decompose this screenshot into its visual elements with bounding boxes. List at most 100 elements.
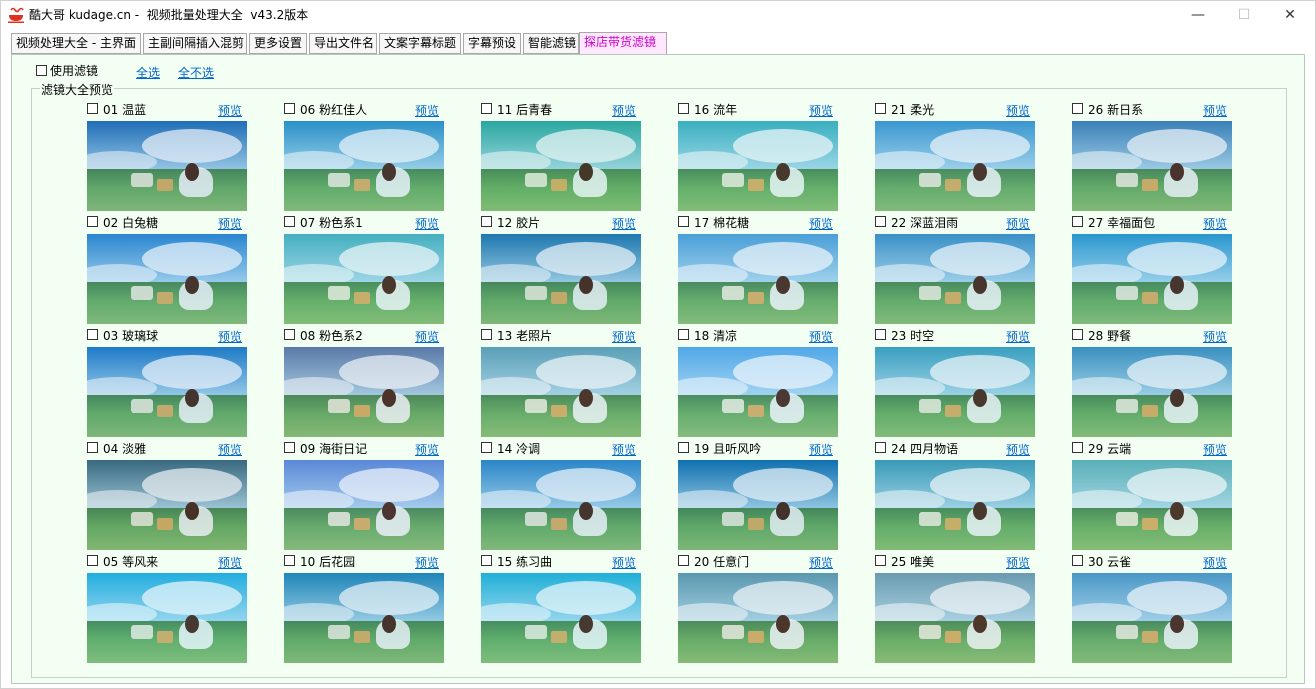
tab-main[interactable]: 视频处理大全 - 主界面 [11, 33, 141, 54]
tab-store-filter[interactable]: 探店带货滤镜 [579, 32, 667, 55]
filter-thumbnail[interactable] [678, 234, 838, 324]
preview-link[interactable]: 预览 [218, 215, 242, 232]
preview-link[interactable]: 预览 [218, 554, 242, 571]
filter-thumbnail[interactable] [87, 347, 247, 437]
filter-thumbnail[interactable] [284, 347, 444, 437]
filter-thumbnail[interactable] [284, 234, 444, 324]
preview-link[interactable]: 预览 [612, 554, 636, 571]
preview-link[interactable]: 预览 [809, 328, 833, 345]
preview-link[interactable]: 预览 [809, 215, 833, 232]
preview-link[interactable]: 预览 [218, 328, 242, 345]
filter-thumbnail[interactable] [1072, 460, 1232, 550]
filter-thumbnail[interactable] [481, 234, 641, 324]
filter-thumbnail[interactable] [875, 573, 1035, 663]
filter-thumbnail[interactable] [284, 573, 444, 663]
filter-checkbox[interactable] [284, 329, 295, 340]
filter-thumbnail[interactable] [1072, 121, 1232, 211]
filter-checkbox[interactable] [284, 103, 295, 114]
filter-thumbnail[interactable] [678, 121, 838, 211]
filter-thumbnail[interactable] [678, 460, 838, 550]
select-none-link[interactable]: 全不选 [178, 64, 214, 81]
filter-thumbnail[interactable] [481, 347, 641, 437]
filter-thumbnail[interactable] [1072, 234, 1232, 324]
filter-checkbox[interactable] [87, 555, 98, 566]
preview-link[interactable]: 预览 [1203, 554, 1227, 571]
filter-thumbnail[interactable] [481, 121, 641, 211]
preview-link[interactable]: 预览 [218, 441, 242, 458]
use-filter-option[interactable]: 使用滤镜 [36, 62, 98, 79]
filter-checkbox[interactable] [1072, 329, 1083, 340]
preview-link[interactable]: 预览 [1203, 441, 1227, 458]
preview-link[interactable]: 预览 [415, 102, 439, 119]
select-all-link[interactable]: 全选 [136, 64, 160, 81]
tab-caption-title[interactable]: 文案字幕标题 [379, 33, 461, 54]
minimize-button[interactable]: — [1175, 1, 1221, 29]
filter-checkbox[interactable] [1072, 555, 1083, 566]
filter-thumbnail[interactable] [678, 573, 838, 663]
filter-checkbox[interactable] [678, 216, 689, 227]
maximize-button[interactable]: ☐ [1221, 1, 1267, 29]
filter-checkbox[interactable] [1072, 216, 1083, 227]
preview-link[interactable]: 预览 [612, 215, 636, 232]
filter-checkbox[interactable] [875, 103, 886, 114]
filter-checkbox[interactable] [284, 442, 295, 453]
filter-checkbox[interactable] [875, 442, 886, 453]
filter-checkbox[interactable] [875, 216, 886, 227]
filter-thumbnail[interactable] [284, 121, 444, 211]
preview-link[interactable]: 预览 [1006, 215, 1030, 232]
preview-link[interactable]: 预览 [1006, 102, 1030, 119]
preview-link[interactable]: 预览 [809, 554, 833, 571]
filter-checkbox[interactable] [481, 103, 492, 114]
filter-checkbox[interactable] [87, 329, 98, 340]
tab-subtitle-preset[interactable]: 字幕预设 [463, 33, 521, 54]
filter-checkbox[interactable] [87, 442, 98, 453]
filter-thumbnail[interactable] [87, 573, 247, 663]
filter-thumbnail[interactable] [1072, 347, 1232, 437]
filter-thumbnail[interactable] [284, 460, 444, 550]
filter-checkbox[interactable] [481, 555, 492, 566]
preview-link[interactable]: 预览 [1006, 328, 1030, 345]
filter-thumbnail[interactable] [875, 234, 1035, 324]
filter-checkbox[interactable] [284, 555, 295, 566]
filter-checkbox[interactable] [678, 103, 689, 114]
filter-checkbox[interactable] [875, 329, 886, 340]
filter-checkbox[interactable] [481, 442, 492, 453]
tab-smart-filter[interactable]: 智能滤镜 [523, 33, 579, 54]
filter-thumbnail[interactable] [875, 121, 1035, 211]
preview-link[interactable]: 预览 [612, 441, 636, 458]
filter-thumbnail[interactable] [875, 347, 1035, 437]
filter-checkbox[interactable] [1072, 442, 1083, 453]
preview-link[interactable]: 预览 [1006, 554, 1030, 571]
close-button[interactable]: ✕ [1267, 1, 1313, 29]
preview-link[interactable]: 预览 [809, 441, 833, 458]
preview-link[interactable]: 预览 [218, 102, 242, 119]
filter-checkbox[interactable] [678, 555, 689, 566]
filter-checkbox[interactable] [87, 103, 98, 114]
preview-link[interactable]: 预览 [415, 215, 439, 232]
preview-link[interactable]: 预览 [415, 328, 439, 345]
preview-link[interactable]: 预览 [1203, 215, 1227, 232]
tab-more-settings[interactable]: 更多设置 [249, 33, 307, 54]
filter-thumbnail[interactable] [87, 121, 247, 211]
filter-checkbox[interactable] [87, 216, 98, 227]
filter-checkbox[interactable] [875, 555, 886, 566]
filter-checkbox[interactable] [678, 442, 689, 453]
filter-checkbox[interactable] [481, 329, 492, 340]
preview-link[interactable]: 预览 [415, 441, 439, 458]
preview-link[interactable]: 预览 [1203, 328, 1227, 345]
filter-thumbnail[interactable] [87, 460, 247, 550]
filter-checkbox[interactable] [678, 329, 689, 340]
use-filter-checkbox[interactable] [36, 65, 47, 76]
tab-insert-mix[interactable]: 主副间隔插入混剪 [143, 33, 247, 54]
filter-thumbnail[interactable] [678, 347, 838, 437]
preview-link[interactable]: 预览 [415, 554, 439, 571]
preview-link[interactable]: 预览 [612, 328, 636, 345]
filter-checkbox[interactable] [1072, 103, 1083, 114]
filter-thumbnail[interactable] [875, 460, 1035, 550]
tab-export-filename[interactable]: 导出文件名 [309, 33, 377, 54]
preview-link[interactable]: 预览 [612, 102, 636, 119]
preview-link[interactable]: 预览 [1203, 102, 1227, 119]
filter-thumbnail[interactable] [481, 460, 641, 550]
filter-thumbnail[interactable] [481, 573, 641, 663]
filter-thumbnail[interactable] [1072, 573, 1232, 663]
